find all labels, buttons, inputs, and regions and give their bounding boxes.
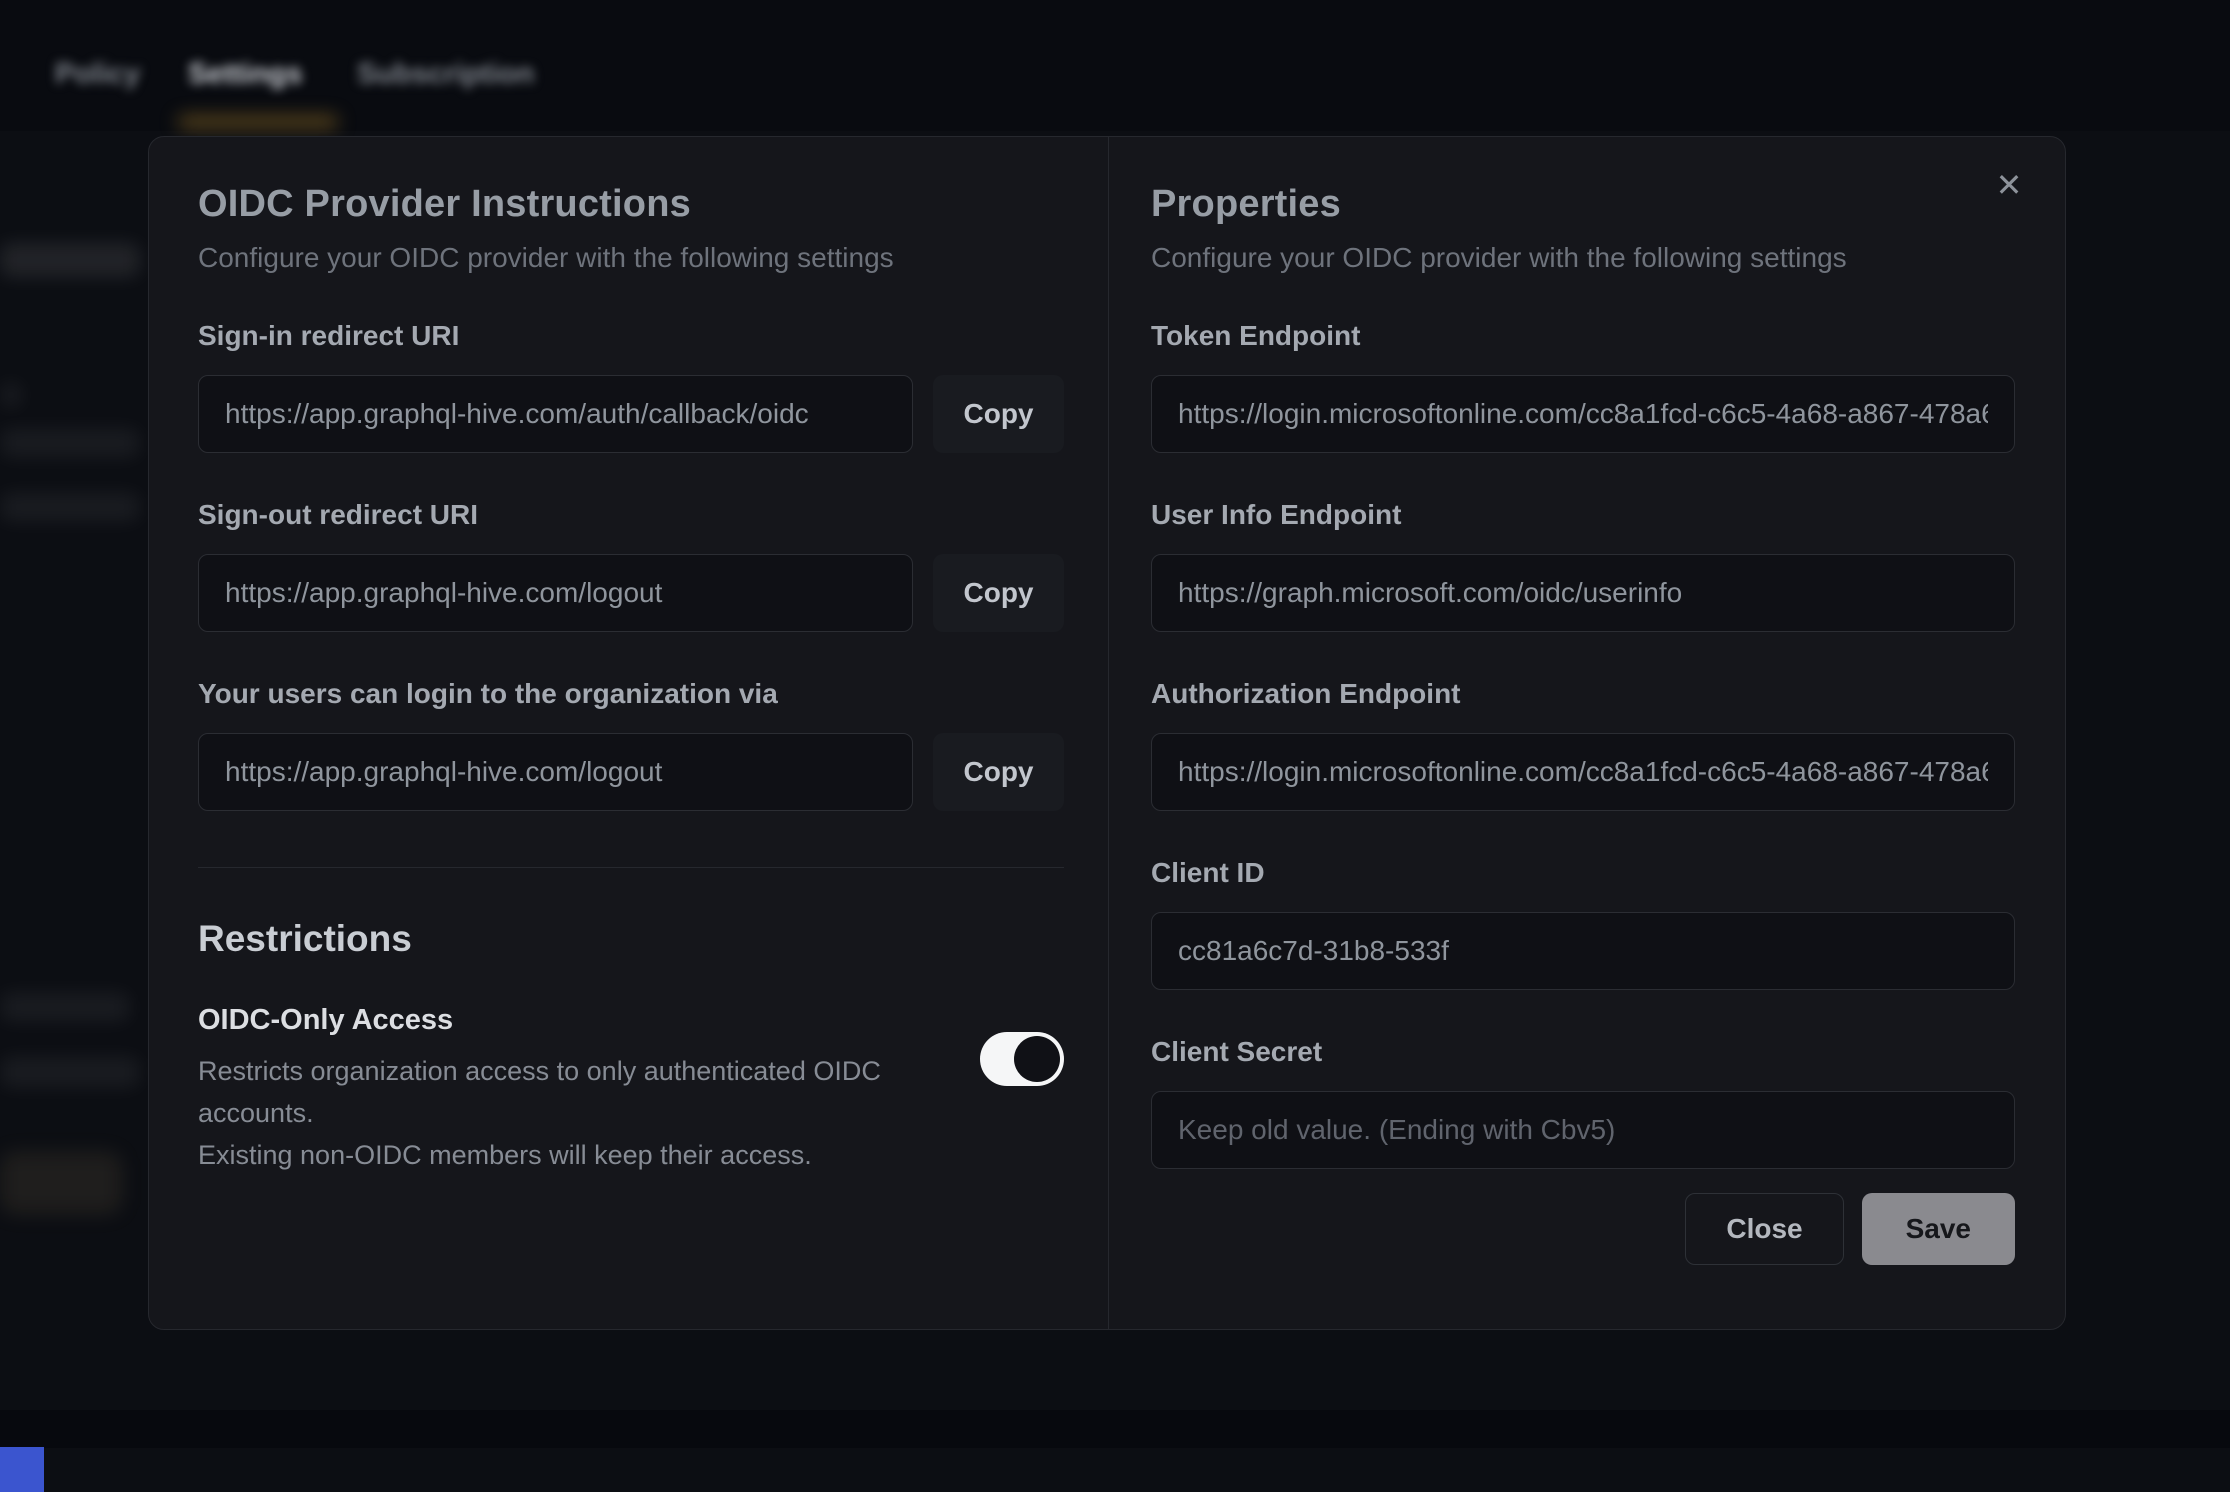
properties-panel: Properties Configure your OIDC provider …	[1109, 137, 2065, 1329]
oidc-only-row: OIDC-Only Access Restricts organization …	[198, 1004, 1064, 1177]
background-blur-button	[0, 1152, 122, 1214]
instructions-panel: OIDC Provider Instructions Configure you…	[149, 137, 1108, 1329]
signout-copy-button[interactable]: Copy	[933, 554, 1064, 632]
close-icon[interactable]: ✕	[1983, 159, 2035, 211]
background-blur-blob	[0, 492, 140, 522]
authorization-endpoint-input[interactable]	[1151, 733, 2015, 811]
tab-settings[interactable]: Settings	[188, 58, 302, 91]
signout-redirect-row: Copy	[198, 554, 1064, 632]
background-blur-blob	[0, 382, 22, 408]
login-via-row: Copy	[198, 733, 1064, 811]
signout-redirect-input[interactable]	[198, 554, 913, 632]
background-blur-blob	[0, 428, 140, 458]
userinfo-endpoint-label: User Info Endpoint	[1151, 499, 2015, 531]
signout-redirect-label: Sign-out redirect URI	[198, 499, 1064, 531]
background-blur-blob	[0, 243, 140, 277]
instructions-title: OIDC Provider Instructions	[198, 183, 1064, 226]
client-secret-row	[1151, 1091, 2015, 1169]
toggle-knob	[1014, 1036, 1060, 1082]
login-via-label: Your users can login to the organization…	[198, 678, 1064, 710]
background-tab-bar: Policy Settings Subscription	[0, 0, 2230, 131]
oidc-only-description-line1: Restricts organization access to only au…	[198, 1051, 898, 1135]
signin-redirect-row: Copy	[198, 375, 1064, 453]
tab-policy[interactable]: Policy	[55, 58, 140, 91]
background-blur-blob	[0, 992, 130, 1022]
background-stripe	[0, 1410, 2230, 1448]
token-endpoint-input[interactable]	[1151, 375, 2015, 453]
tab-subscription[interactable]: Subscription	[357, 58, 534, 91]
authorization-endpoint-row	[1151, 733, 2015, 811]
signin-copy-button[interactable]: Copy	[933, 375, 1064, 453]
client-id-input[interactable]	[1151, 912, 2015, 990]
login-via-input[interactable]	[198, 733, 913, 811]
section-divider	[198, 867, 1064, 868]
login-via-copy-button[interactable]: Copy	[933, 733, 1064, 811]
oidc-only-description: Restricts organization access to only au…	[198, 1051, 898, 1177]
oidc-only-label: OIDC-Only Access	[198, 1004, 898, 1037]
bottom-left-badge	[0, 1447, 44, 1492]
oidc-settings-dialog: ✕ OIDC Provider Instructions Configure y…	[148, 136, 2066, 1330]
background-blur-blob	[0, 1056, 140, 1088]
client-secret-input[interactable]	[1151, 1091, 2015, 1169]
client-secret-label: Client Secret	[1151, 1036, 2015, 1068]
authorization-endpoint-label: Authorization Endpoint	[1151, 678, 2015, 710]
userinfo-endpoint-input[interactable]	[1151, 554, 2015, 632]
properties-title: Properties	[1151, 183, 2015, 226]
client-id-row	[1151, 912, 2015, 990]
oidc-only-description-line2: Existing non-OIDC members will keep thei…	[198, 1135, 898, 1177]
token-endpoint-label: Token Endpoint	[1151, 320, 2015, 352]
signin-redirect-label: Sign-in redirect URI	[198, 320, 1064, 352]
save-button[interactable]: Save	[1862, 1193, 2015, 1265]
dialog-actions: Close Save	[1151, 1193, 2015, 1265]
close-button[interactable]: Close	[1685, 1193, 1843, 1265]
token-endpoint-row	[1151, 375, 2015, 453]
tab-settings-underline	[178, 116, 338, 128]
signin-redirect-input[interactable]	[198, 375, 913, 453]
restrictions-title: Restrictions	[198, 918, 1064, 960]
client-id-label: Client ID	[1151, 857, 2015, 889]
oidc-only-text: OIDC-Only Access Restricts organization …	[198, 1004, 898, 1177]
instructions-subtitle: Configure your OIDC provider with the fo…	[198, 242, 1064, 274]
properties-subtitle: Configure your OIDC provider with the fo…	[1151, 242, 2015, 274]
userinfo-endpoint-row	[1151, 554, 2015, 632]
oidc-only-toggle[interactable]	[980, 1032, 1064, 1086]
